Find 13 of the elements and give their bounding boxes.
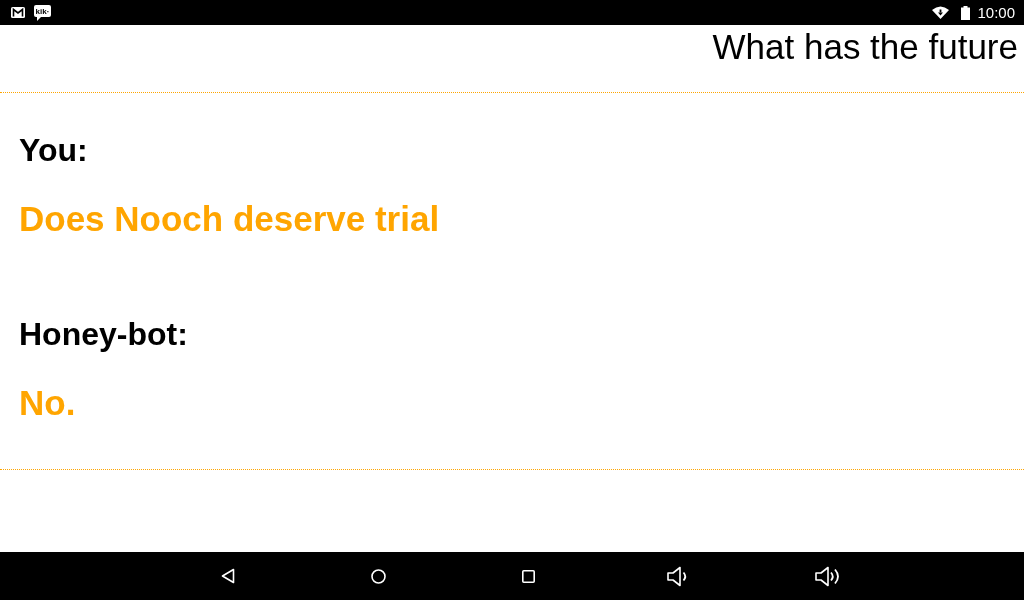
speaker-label: You:	[19, 134, 88, 166]
speaker-label: Honey-bot:	[19, 318, 188, 350]
back-icon[interactable]	[221, 568, 235, 584]
battery-icon	[961, 5, 971, 20]
home-icon[interactable]	[370, 568, 386, 584]
recents-icon[interactable]	[521, 569, 535, 583]
message-text: Does Nooch deserve trial	[19, 201, 440, 236]
message-text: No.	[19, 385, 76, 420]
volume-up-icon[interactable]	[815, 565, 841, 587]
clock-time: 10:00	[977, 5, 1015, 20]
page-title: What has the future	[712, 29, 1018, 64]
wifi-icon	[932, 6, 950, 19]
mail-icon	[11, 7, 25, 18]
